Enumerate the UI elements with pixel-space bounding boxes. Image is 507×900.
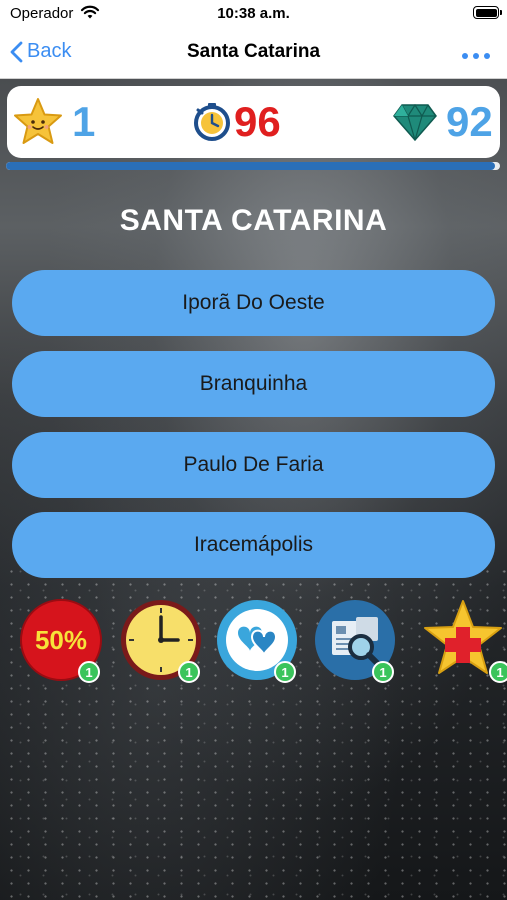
star-face-icon xyxy=(14,98,62,144)
battery-icon xyxy=(473,6,502,19)
gems-count: 92 xyxy=(446,98,493,145)
status-bar: Operador 10:38 a.m. xyxy=(0,0,507,28)
page-title: Santa Catarina xyxy=(186,41,321,62)
powerup-count-badge: 1 xyxy=(178,661,200,683)
stars-score: 1 xyxy=(12,86,95,158)
gems-score: 92 xyxy=(392,86,493,158)
progress-bar-fill xyxy=(6,162,496,170)
powerup-count-badge: 1 xyxy=(274,661,296,683)
timer-score: 96 xyxy=(192,86,281,158)
fifty-percent-label: 50% xyxy=(35,625,87,655)
timer-count: 96 xyxy=(234,98,281,145)
stars-count: 1 xyxy=(72,98,96,145)
gem-icon xyxy=(393,103,437,142)
powerup-extra-time-button[interactable]: 1 xyxy=(118,597,204,683)
ellipsis-icon xyxy=(462,53,490,59)
stopwatch-icon xyxy=(194,103,230,141)
powerup-count-badge: 1 xyxy=(78,661,100,683)
more-options-button[interactable] xyxy=(461,40,491,68)
navigation-bar: Back Santa Catarina xyxy=(0,28,507,79)
powerup-fifty-fifty-button[interactable]: 50% 1 xyxy=(18,597,104,683)
progress-bar xyxy=(6,162,500,170)
clock-time: 10:38 a.m. xyxy=(217,5,290,22)
powerup-search-button[interactable]: 1 xyxy=(312,597,398,683)
answer-option-2[interactable]: Branquinha xyxy=(12,351,495,417)
question-title: SANTA CATARINA xyxy=(119,204,388,237)
powerup-extra-life-button[interactable]: 1 xyxy=(214,597,300,683)
answer-option-3[interactable]: Paulo De Faria xyxy=(12,432,495,498)
powerup-count-badge: 1 xyxy=(372,661,394,683)
answer-option-1[interactable]: Iporã Do Oeste xyxy=(12,270,495,336)
score-panel: 1 96 92 xyxy=(7,86,500,158)
powerup-count-badge: 1 xyxy=(489,661,507,683)
powerup-star-bonus-button[interactable]: 1 xyxy=(420,597,507,683)
answer-option-4[interactable]: Iracemápolis xyxy=(12,512,495,578)
